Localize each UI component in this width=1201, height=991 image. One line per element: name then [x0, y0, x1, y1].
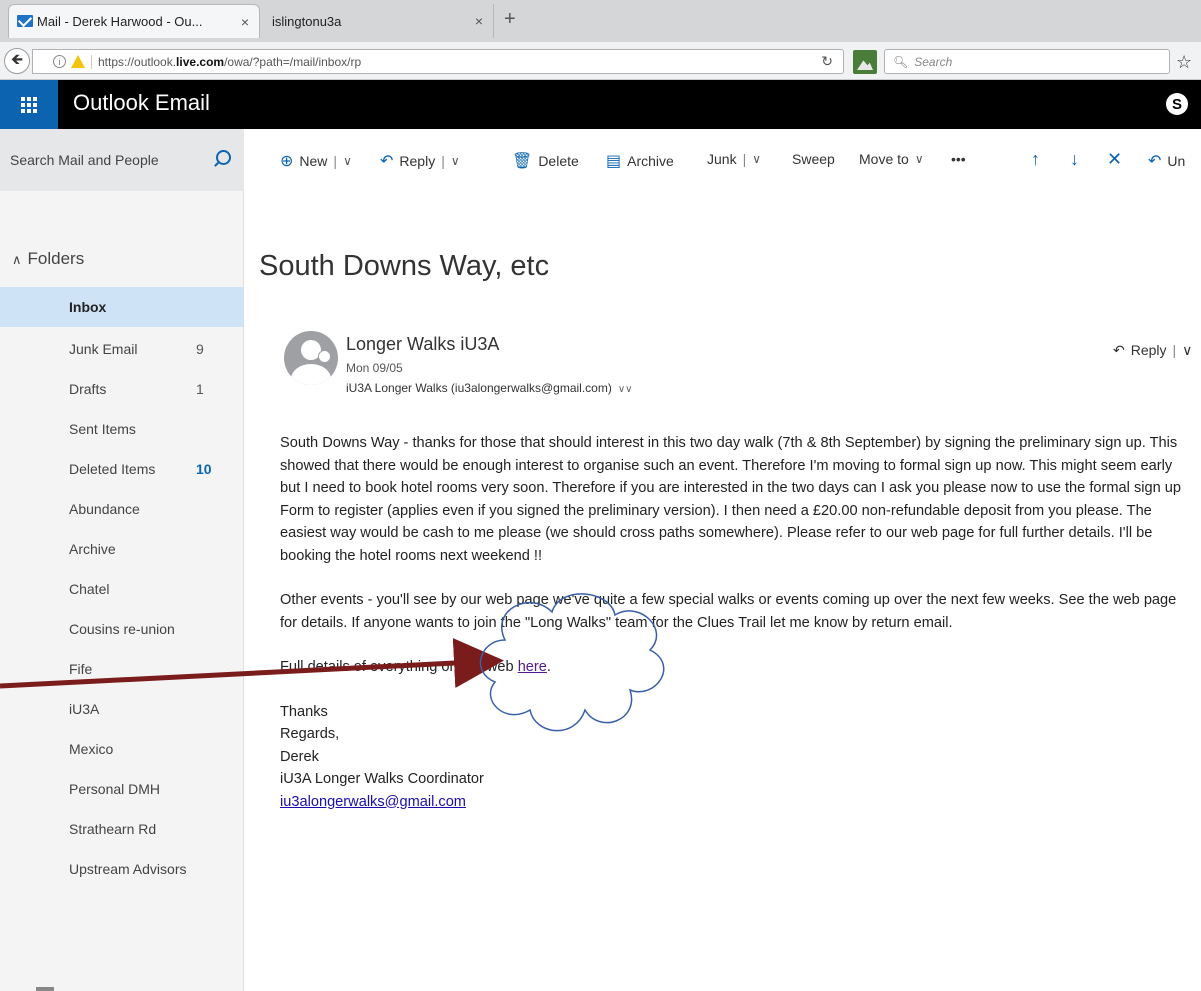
- folder-archive[interactable]: Archive: [0, 529, 244, 569]
- skype-icon[interactable]: S: [1166, 93, 1188, 115]
- expand-chevron-icon[interactable]: ∨∨: [618, 384, 633, 395]
- chevron-down-icon[interactable]: ∨: [343, 154, 352, 168]
- undo-button[interactable]: ↶ Un: [1148, 151, 1185, 171]
- trash-icon: 🗑︎: [512, 153, 533, 170]
- reply-inline-button[interactable]: ↶ Reply | ∨: [1113, 342, 1192, 359]
- tab-outlook-mail[interactable]: Mail - Derek Harwood - Ou... ×: [8, 4, 260, 38]
- folder-chatel[interactable]: Chatel: [0, 569, 244, 609]
- folder-strathearn-rd[interactable]: Strathearn Rd: [0, 809, 244, 849]
- tab-close-icon[interactable]: ×: [475, 13, 483, 29]
- folder-inbox[interactable]: Inbox: [0, 287, 244, 327]
- folder-mexico[interactable]: Mexico: [0, 729, 244, 769]
- chevron-down-icon[interactable]: ∨: [451, 154, 460, 168]
- folder-fife[interactable]: Fife: [0, 649, 244, 689]
- command-bar: Search Mail and People ⊕ New | ∨ ↶ Reply…: [0, 129, 1201, 191]
- tab-title: islingtonu3a: [272, 13, 342, 29]
- app-launcher-button[interactable]: [0, 80, 58, 129]
- waffle-icon: [21, 96, 37, 113]
- chevron-up-icon: ∧: [12, 252, 22, 267]
- url-text: https://outlook.live.com/owa/?path=/mail…: [91, 54, 361, 69]
- search-icon[interactable]: [216, 150, 231, 165]
- folder-upstream-advisors[interactable]: Upstream Advisors: [0, 849, 244, 889]
- back-arrow-icon: 🡸: [10, 50, 24, 68]
- search-mail-label: Search Mail and People: [10, 152, 159, 168]
- email-link[interactable]: iu3alongerwalks@gmail.com: [280, 791, 1190, 814]
- message-subject: South Downs Way, etc: [259, 250, 550, 282]
- folder-count: 9: [196, 341, 204, 357]
- browser-tab-bar: Mail - Derek Harwood - Ou... × islington…: [0, 0, 1201, 42]
- calendar-icon[interactable]: [36, 987, 54, 991]
- folder-abundance[interactable]: Abundance: [0, 489, 244, 529]
- browser-search-input[interactable]: 🔍︎ Search: [884, 49, 1170, 74]
- back-button[interactable]: 🡸: [4, 48, 30, 74]
- body-paragraph: Full details of everything on our web he…: [280, 659, 551, 675]
- more-actions-button[interactable]: •••: [951, 151, 966, 167]
- tab-islingtonu3a[interactable]: islingtonu3a ×: [262, 4, 494, 38]
- archive-icon: ▤: [606, 153, 622, 170]
- chevron-down-icon[interactable]: ∨: [1182, 342, 1192, 359]
- here-link[interactable]: here: [518, 659, 547, 675]
- search-icon: 🔍︎: [893, 54, 909, 69]
- presence-icon: [318, 350, 331, 363]
- reply-icon: ↶: [380, 153, 394, 170]
- chevron-down-icon[interactable]: ∨: [752, 152, 761, 166]
- browser-search-placeholder: Search: [914, 54, 953, 69]
- body-paragraph: Other events - you'll see by our web pag…: [280, 592, 1177, 631]
- extension-icon[interactable]: [853, 50, 877, 74]
- sent-date: Mon 09/05: [346, 361, 403, 375]
- sweep-button[interactable]: Sweep: [792, 151, 835, 167]
- folder-cousins-re-union[interactable]: Cousins re-union: [0, 609, 244, 649]
- move-to-button[interactable]: Move to ∨: [859, 151, 924, 167]
- sender-email: iU3A Longer Walks (iu3alongerwalks@gmail…: [346, 381, 633, 395]
- new-tab-button[interactable]: +: [504, 8, 516, 31]
- reply-icon: ↶: [1113, 342, 1125, 358]
- archive-button[interactable]: ▤ Archive: [606, 151, 674, 171]
- plus-circle-icon: ⊕: [280, 153, 294, 170]
- tab-close-icon[interactable]: ×: [241, 14, 249, 30]
- folder-iu3a[interactable]: iU3A: [0, 689, 244, 729]
- arrow-down-icon[interactable]: ↓: [1070, 149, 1079, 170]
- reply-button[interactable]: ↶ Reply | ∨: [380, 151, 460, 171]
- folder-count: 1: [196, 381, 204, 397]
- junk-button[interactable]: Junk | ∨: [707, 151, 761, 167]
- folder-sent-items[interactable]: Sent Items: [0, 409, 244, 449]
- mail-icon: [17, 15, 33, 27]
- folder-drafts[interactable]: Drafts 1: [0, 369, 244, 409]
- reload-icon[interactable]: ↻: [821, 53, 843, 70]
- bookmark-star-icon[interactable]: ☆: [1176, 52, 1192, 73]
- app-title[interactable]: Outlook Email: [73, 90, 210, 116]
- signature: Thanks Regards, Derek iU3A Longer Walks …: [280, 701, 1190, 814]
- body-paragraph: South Downs Way - thanks for those that …: [280, 435, 1182, 564]
- folder-personal-dmh[interactable]: Personal DMH: [0, 769, 244, 809]
- folder-pane: ∧ Folders Inbox Junk Email 9 Drafts 1 Sen…: [0, 191, 244, 991]
- browser-nav-bar: 🡸 i https://outlook.live.com/owa/?path=/…: [0, 42, 1201, 80]
- folder-junk-email[interactable]: Junk Email 9: [0, 329, 244, 369]
- tab-title: Mail - Derek Harwood - Ou...: [37, 14, 203, 29]
- folder-count: 10: [196, 461, 212, 477]
- folder-deleted-items[interactable]: Deleted Items 10: [0, 449, 244, 489]
- app-header: Outlook Email S: [0, 80, 1201, 129]
- message-body: South Downs Way - thanks for those that …: [280, 432, 1190, 813]
- chevron-down-icon: ∨: [914, 152, 924, 166]
- search-mail-input[interactable]: Search Mail and People: [0, 129, 244, 191]
- undo-icon: ↶: [1148, 153, 1162, 170]
- address-bar[interactable]: i https://outlook.live.com/owa/?path=/ma…: [32, 49, 844, 74]
- insecure-warning-icon: [71, 55, 85, 68]
- folders-header[interactable]: ∧ Folders: [12, 249, 84, 269]
- close-icon[interactable]: ✕: [1107, 149, 1122, 170]
- info-icon[interactable]: i: [53, 55, 66, 68]
- delete-button[interactable]: 🗑︎ Delete: [512, 151, 579, 171]
- arrow-up-icon[interactable]: ↑: [1031, 149, 1040, 170]
- new-button[interactable]: ⊕ New | ∨: [280, 151, 352, 171]
- sender-name[interactable]: Longer Walks iU3A: [346, 334, 499, 355]
